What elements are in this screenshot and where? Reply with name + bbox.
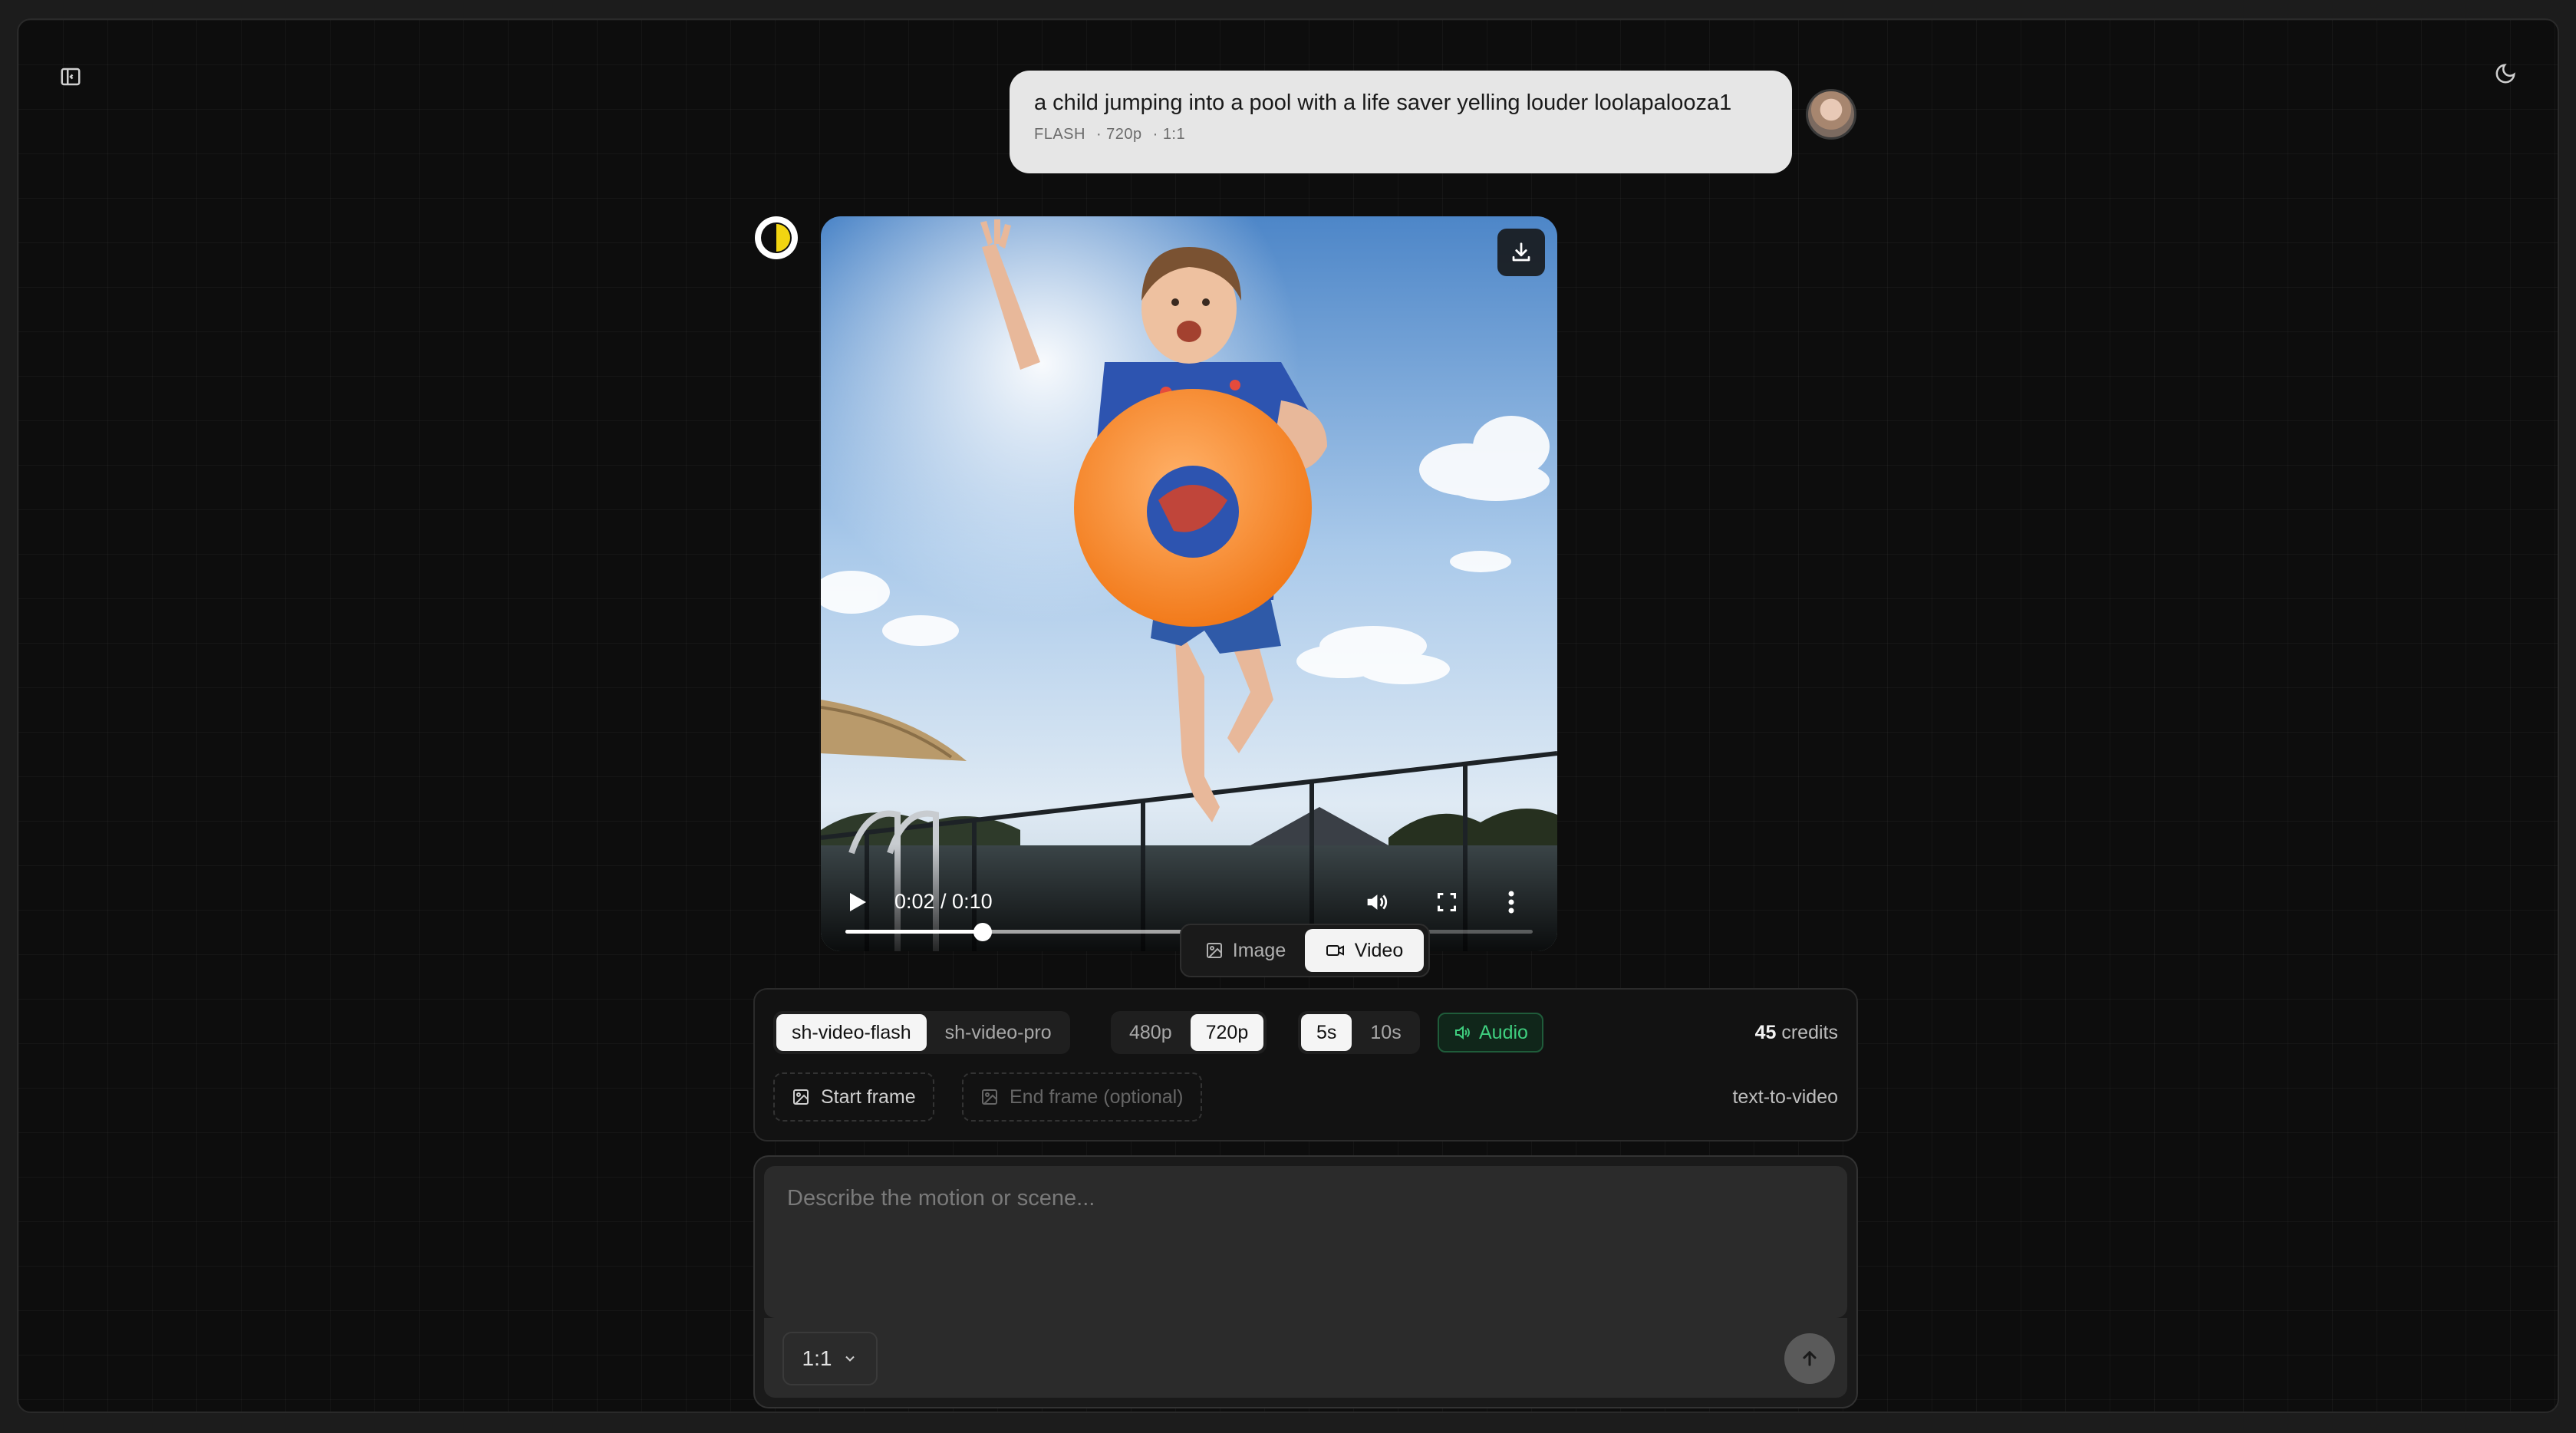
composer-toolbar: 1:1 xyxy=(764,1318,1847,1398)
meta-aspect: 1:1 xyxy=(1153,126,1185,143)
image-icon xyxy=(982,1089,997,1105)
aspect-ratio-value: 1:1 xyxy=(802,1346,832,1370)
meta-resolution: 720p xyxy=(1096,126,1142,143)
model-selector: sh-video-flash sh-video-pro xyxy=(773,1011,1070,1054)
chevron-down-icon xyxy=(845,1356,855,1362)
play-icon xyxy=(850,893,866,911)
user-message-bubble: a child jumping into a pool with a life … xyxy=(1010,71,1792,173)
generation-mode-label: text-to-video xyxy=(1732,1086,1838,1108)
end-frame-button[interactable]: End frame (optional) xyxy=(962,1072,1202,1122)
resolution-selector: 480p 720p xyxy=(1111,1011,1267,1054)
speaker-icon xyxy=(1455,1025,1470,1040)
send-button[interactable] xyxy=(1784,1333,1835,1384)
credits-label: credits xyxy=(1781,1022,1838,1043)
tab-image-label: Image xyxy=(1232,939,1286,961)
volume-button[interactable] xyxy=(1358,884,1395,921)
duration-selector: 5s 10s xyxy=(1298,1011,1420,1054)
start-frame-button[interactable]: Start frame xyxy=(773,1072,934,1122)
resolution-option-480p[interactable]: 480p xyxy=(1114,1014,1188,1051)
more-vertical-icon xyxy=(1508,891,1514,914)
prompt-input[interactable] xyxy=(764,1166,1847,1318)
credits-value: 45 xyxy=(1754,1022,1777,1043)
message-meta: FLASH 720p 1:1 xyxy=(1034,126,1767,143)
image-icon xyxy=(793,1089,809,1105)
meta-model: FLASH xyxy=(1034,126,1085,143)
play-button[interactable] xyxy=(841,885,875,919)
video-time-display: 0:02 / 0:10 xyxy=(894,890,993,913)
media-type-toggle: Image Video xyxy=(1180,924,1430,977)
generated-video-player[interactable]: 0:02 / 0:10 xyxy=(821,216,1557,951)
audio-toggle-button[interactable]: Audio xyxy=(1438,1013,1543,1053)
tab-image[interactable]: Image xyxy=(1186,929,1305,972)
more-options-button[interactable] xyxy=(1496,884,1527,921)
download-icon xyxy=(1512,242,1530,262)
video-icon xyxy=(1326,945,1344,956)
app-window: a child jumping into a pool with a life … xyxy=(17,18,2559,1413)
model-option-pro[interactable]: sh-video-pro xyxy=(930,1014,1067,1051)
user-avatar[interactable] xyxy=(1806,89,1856,140)
fullscreen-icon xyxy=(1437,892,1457,912)
tab-video-label: Video xyxy=(1354,939,1404,961)
sidebar-icon xyxy=(61,68,81,86)
image-icon xyxy=(1206,943,1222,958)
sidebar-toggle-button[interactable] xyxy=(49,55,92,98)
moon-icon xyxy=(2495,64,2515,84)
generation-settings-panel: sh-video-flash sh-video-pro 480p 720p 5s… xyxy=(753,988,1858,1141)
aspect-ratio-select[interactable]: 1:1 xyxy=(782,1332,878,1385)
start-frame-label: Start frame xyxy=(821,1085,916,1108)
assistant-logo-icon xyxy=(755,216,798,259)
credits-display: 45 credits xyxy=(1755,1022,1838,1044)
end-frame-label: End frame (optional) xyxy=(1010,1085,1184,1108)
resolution-option-720p[interactable]: 720p xyxy=(1190,1014,1264,1051)
video-frame xyxy=(821,216,1557,951)
seek-handle[interactable] xyxy=(973,923,993,941)
duration-option-10s[interactable]: 10s xyxy=(1355,1014,1416,1051)
model-option-flash[interactable]: sh-video-flash xyxy=(776,1014,927,1051)
volume-icon xyxy=(1367,894,1388,910)
audio-label: Audio xyxy=(1479,1021,1528,1043)
user-prompt-text: a child jumping into a pool with a life … xyxy=(1034,91,1732,115)
played-bar xyxy=(845,930,983,934)
fullscreen-button[interactable] xyxy=(1428,884,1465,921)
download-button[interactable] xyxy=(1497,229,1545,276)
theme-toggle-button[interactable] xyxy=(2484,52,2527,95)
prompt-composer: 1:1 xyxy=(753,1155,1858,1408)
tab-video[interactable]: Video xyxy=(1305,929,1424,972)
duration-option-5s[interactable]: 5s xyxy=(1301,1014,1352,1051)
arrow-up-icon xyxy=(1803,1350,1817,1366)
